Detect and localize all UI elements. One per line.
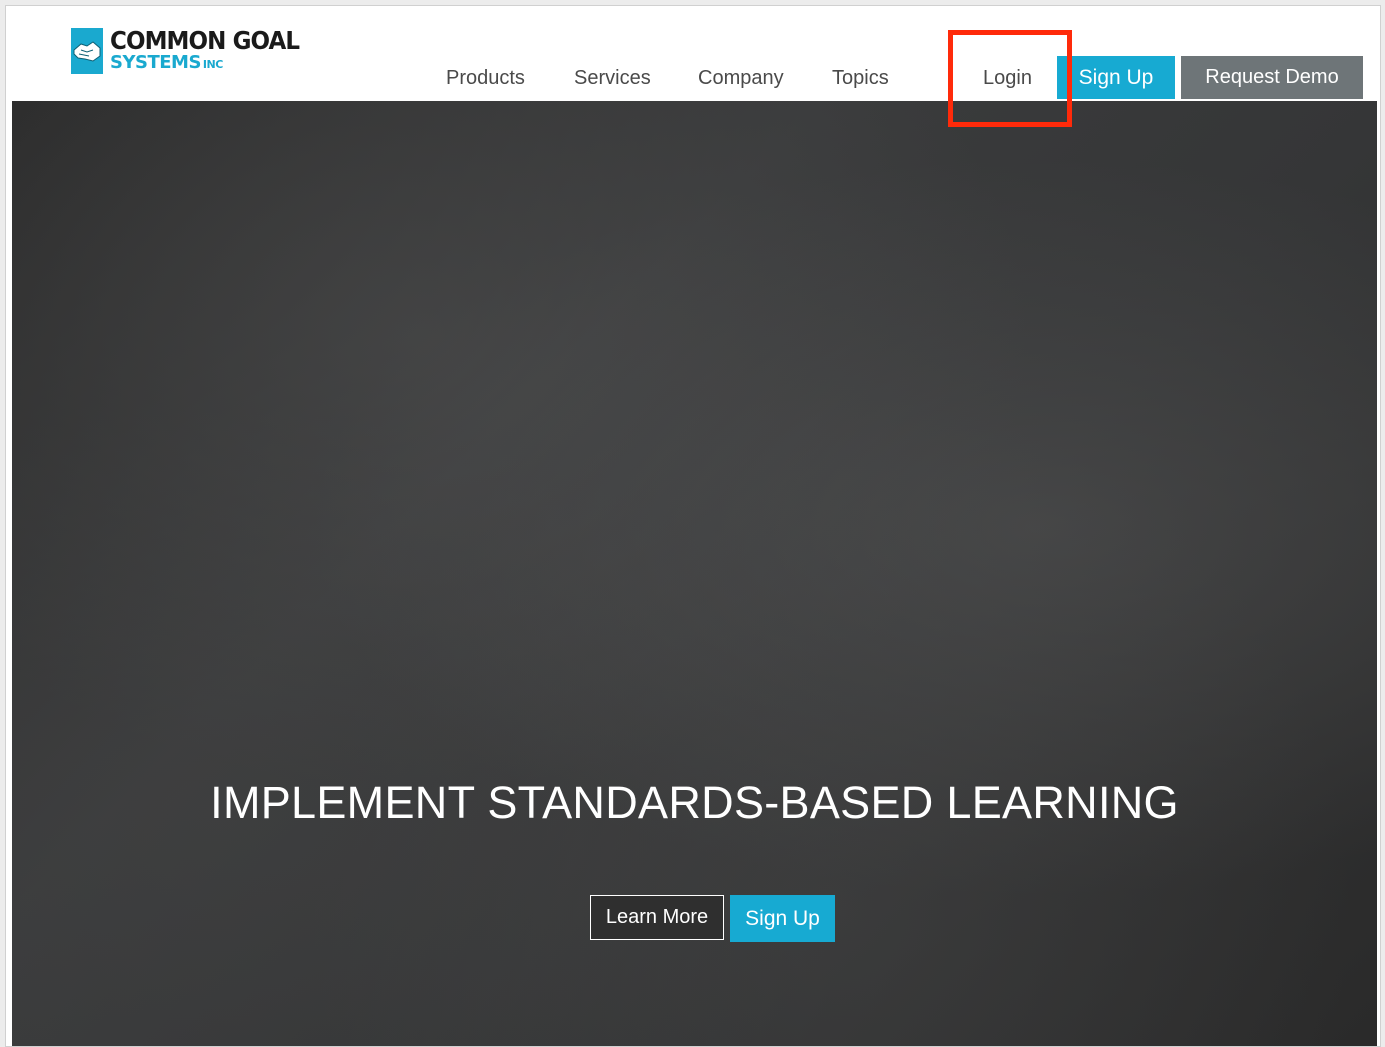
signup-button[interactable]: Sign Up — [1057, 56, 1175, 99]
nav-item-services[interactable]: Services — [574, 56, 651, 100]
browser-page: COMMON GOAL SYSTEMS INC Products Services… — [5, 5, 1381, 1047]
handshake-icon — [71, 28, 103, 74]
hero-signup-button[interactable]: Sign Up — [730, 895, 835, 942]
hero-banner: IMPLEMENT STANDARDS-BASED LEARNING Learn… — [12, 101, 1377, 1046]
nav-item-company[interactable]: Company — [698, 56, 784, 100]
hero-actions: Learn More Sign Up — [590, 895, 835, 942]
logo-inc-text: INC — [202, 58, 223, 71]
nav-item-topics[interactable]: Topics — [832, 56, 889, 100]
hero-title: IMPLEMENT STANDARDS-BASED LEARNING — [210, 777, 1179, 828]
nav-item-login[interactable]: Login — [983, 56, 1032, 100]
logo-title: COMMON GOAL — [110, 26, 300, 55]
company-logo[interactable]: COMMON GOAL SYSTEMS INC — [71, 28, 316, 74]
logo-systems-text: SYSTEMS — [110, 52, 201, 73]
request-demo-button[interactable]: Request Demo — [1181, 56, 1363, 99]
learn-more-button[interactable]: Learn More — [590, 895, 724, 940]
nav-item-products[interactable]: Products — [446, 56, 525, 100]
logo-subtitle: SYSTEMS INC — [110, 54, 316, 72]
site-header: COMMON GOAL SYSTEMS INC Products Services… — [6, 6, 1380, 101]
